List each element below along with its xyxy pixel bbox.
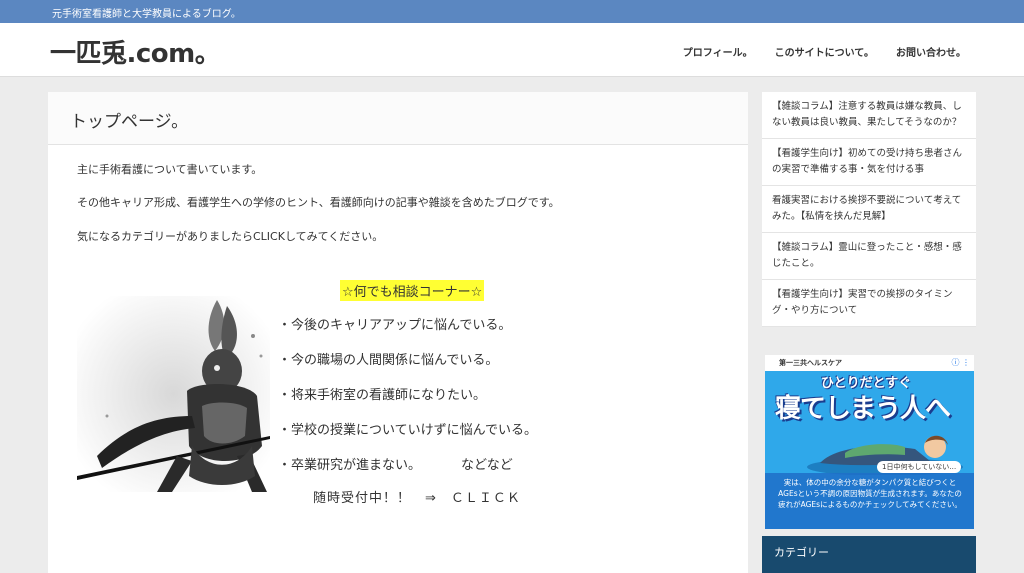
ad-brand-label: 第一三共ヘルスケア [779,359,842,367]
site-tagline: 元手術室看護師と大学教員によるブログ。 [52,9,241,20]
bullet-workplace-relations: ・今の職場の人間関係に悩んでいる。 [278,353,499,368]
intro-paragraph-2: その他キャリア形成、看護学生への学修のヒント、看護師向けの記事や雑談を含めたブロ… [77,196,560,209]
main-content: トップページ。 主に手術看護について書いています。 その他キャリア形成、看護学生… [48,92,748,573]
intro-paragraph-1: 主に手術看護について書いています。 [77,163,263,176]
bullet-or-nurse: ・将来手術室の看護師になりたい。 [278,388,487,403]
main-nav: プロフィール。 このサイトについて。 お問い合わせ。 [683,44,966,59]
rabbit-warrior-illustration [77,296,270,492]
nav-profile[interactable]: プロフィール。 [683,44,753,59]
bullet-etc: などなど [461,458,513,473]
recent-post-link[interactable]: 【雑談コラム】注意する教員は嫌な教員、しない教員は良い教員、果たしてそうなのか？ [762,92,976,139]
ad-headline-big: 寝てしまう人へ [775,394,951,424]
ad-body-text: 実は、体の中の余分な糖がタンパク質と結びつくとAGEsという不調の原因物質が生成… [778,478,962,509]
site-header: 一匹兎.com。 プロフィール。 このサイトについて。 お問い合わせ。 [0,23,1024,77]
sidebar-advertisement[interactable]: 第一三共ヘルスケア ⓘ ⋮ ひとりだとすぐ 寝てしまう人へ 1日中何もしていない… [765,355,974,529]
recent-post-link[interactable]: 看護実習における挨拶不要説について考えてみた。【私情を挟んだ見解】 [762,186,976,233]
nav-contact[interactable]: お問い合わせ。 [896,44,966,59]
category-widget-title: カテゴリー [774,546,829,559]
bullet-graduation-research-row: ・卒業研究が進まない。 などなど [278,454,537,474]
bullet-graduation-research: ・卒業研究が進まない。 [278,458,422,473]
bullet-school-classes: ・学校の授業についていけずに悩んでいる。 [278,423,537,438]
bullet-career-up: ・今後のキャリアアップに悩んでいる。 [278,318,512,333]
top-bar: 元手術室看護師と大学教員によるブログ。 [0,0,1024,23]
nav-about-site[interactable]: このサイトについて。 [775,44,874,59]
page-title: トップページ。 [70,112,189,132]
recent-posts-widget: 【雑談コラム】注意する教員は嫌な教員、しない教員は良い教員、果たしてそうなのか？… [762,92,976,327]
ad-speech-bubble: 1日中何もしていない… [877,461,962,473]
site-title-link[interactable]: 一匹兎.com。 [50,33,221,70]
intro-paragraph-3: 気になるカテゴリーがありましたらCLICKしてみてください。 [77,230,384,243]
recent-post-link[interactable]: 【看護学生向け】実習での挨拶のタイミング・やり方について [762,280,976,327]
recent-post-link[interactable]: 【看護学生向け】初めての受け持ち患者さんの実習で準備する事・気を付ける事 [762,139,976,186]
consult-corner-title: ☆何でも相談コーナー☆ [340,280,485,301]
recent-post-link[interactable]: 【雑談コラム】霊山に登ったこと・感想・感じたこと。 [762,233,976,280]
consult-click-link[interactable]: 随時受付中！！ ⇒ ＣＬＩＣＫ [313,487,521,506]
page-header: トップページ。 [48,92,748,145]
ad-info-icon[interactable]: ⓘ ⋮ [951,357,970,368]
consult-bullet-list: ・今後のキャリアアップに悩んでいる。 ・今の職場の人間関係に悩んでいる。 ・将来… [278,314,537,489]
category-widget-header: カテゴリー [762,536,976,573]
